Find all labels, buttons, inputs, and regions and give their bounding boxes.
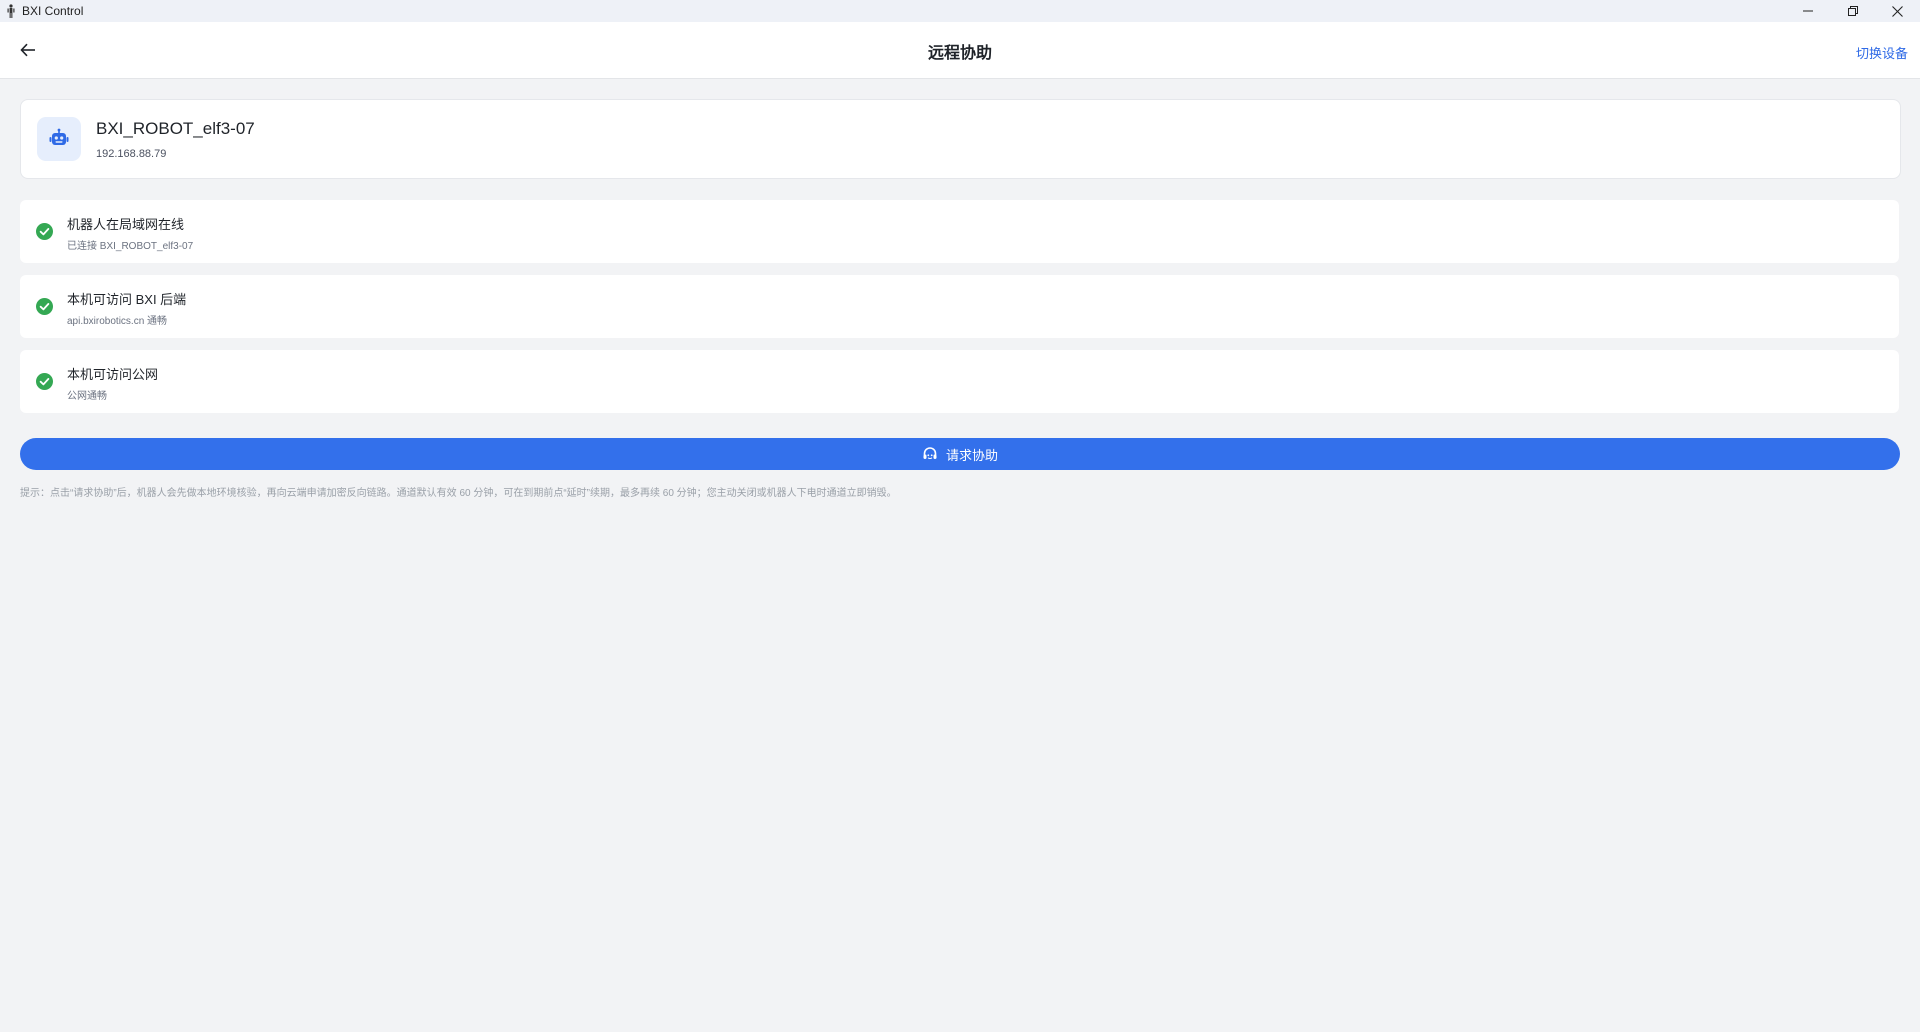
page-title: 远程协助 — [927, 45, 992, 62]
check-subtitle: 已连接 BXI_ROBOT_elf3-07 — [67, 241, 194, 252]
check-row-lan: 机器人在局域网在线 已连接 BXI_ROBOT_elf3-07 — [20, 200, 1899, 263]
check-circle-icon — [36, 298, 53, 315]
device-name: BXI_ROBOT_elf3-07 — [96, 119, 255, 138]
request-assistance-button[interactable]: 请求协助 — [20, 438, 1900, 470]
check-circle-icon — [36, 223, 53, 240]
window-controls — [1785, 0, 1920, 22]
minimize-icon[interactable] — [1785, 0, 1830, 22]
window-titlebar: BXI Control — [0, 0, 1920, 22]
robot-figure-icon — [0, 0, 22, 22]
page-header: 远程协助 切换设备 — [0, 22, 1920, 79]
window-title: BXI Control — [22, 4, 84, 18]
device-ip: 192.168.88.79 — [96, 148, 167, 160]
request-button-label: 请求协助 — [945, 447, 998, 463]
close-icon[interactable] — [1875, 0, 1920, 22]
check-row-backend: 本机可访问 BXI 后端 api.bxirobotics.cn 通畅 — [20, 275, 1899, 338]
robot-icon — [37, 117, 81, 161]
hint-text: 提示：点击“请求协助”后，机器人会先做本地环境核验，再向云端申请加密反向链路。通… — [20, 488, 897, 499]
restore-icon[interactable] — [1830, 0, 1875, 22]
switch-device-link[interactable]: 切换设备 — [1856, 43, 1908, 62]
check-row-internet: 本机可访问公网 公网通畅 — [20, 350, 1899, 413]
device-card: BXI_ROBOT_elf3-07 192.168.88.79 — [20, 99, 1901, 179]
check-circle-icon — [36, 373, 53, 390]
check-subtitle: api.bxirobotics.cn 通畅 — [67, 316, 168, 327]
headset-icon — [922, 446, 938, 462]
check-subtitle: 公网通畅 — [67, 391, 107, 402]
check-title: 机器人在局域网在线 — [67, 217, 185, 232]
check-title: 本机可访问公网 — [67, 367, 159, 382]
check-title: 本机可访问 BXI 后端 — [67, 292, 187, 307]
